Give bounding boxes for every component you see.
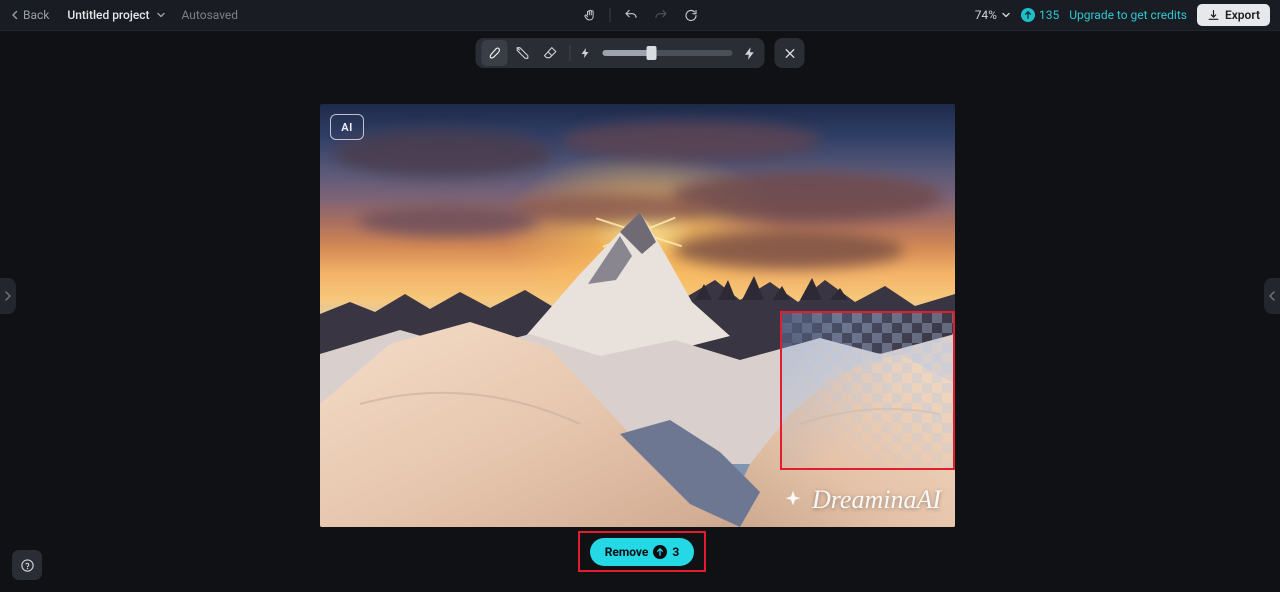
selection-box[interactable] bbox=[780, 311, 955, 470]
hand-tool[interactable] bbox=[580, 5, 600, 25]
ai-badge: AI bbox=[330, 114, 364, 140]
chevron-left-icon bbox=[10, 10, 20, 20]
eraser-tool-button[interactable] bbox=[538, 40, 564, 66]
autosaved-status: Autosaved bbox=[182, 8, 239, 22]
transparency-checker bbox=[782, 313, 953, 468]
project-title-dropdown[interactable]: Untitled project bbox=[67, 8, 165, 22]
chevron-down-icon bbox=[156, 10, 166, 20]
back-button[interactable]: Back bbox=[10, 8, 49, 22]
watermark: DreaminaAI bbox=[782, 485, 941, 515]
tool-group bbox=[476, 38, 765, 68]
top-center-tools bbox=[580, 0, 701, 30]
refresh-button[interactable] bbox=[681, 5, 701, 25]
upgrade-link[interactable]: Upgrade to get credits bbox=[1069, 8, 1187, 22]
remove-button[interactable]: Remove 3 bbox=[590, 538, 695, 566]
project-name: Untitled project bbox=[67, 8, 149, 22]
close-icon bbox=[783, 47, 796, 60]
zoom-value: 74% bbox=[975, 8, 997, 22]
top-right-tools: 74% 135 Upgrade to get credits Export bbox=[975, 4, 1270, 26]
back-label: Back bbox=[23, 8, 49, 22]
brush-size-slider[interactable] bbox=[577, 44, 759, 62]
lasso-tool-button[interactable] bbox=[510, 40, 536, 66]
zoom-dropdown[interactable]: 74% bbox=[975, 8, 1011, 22]
redo-button[interactable] bbox=[651, 5, 671, 25]
watermark-text: DreaminaAI bbox=[812, 485, 941, 515]
credit-coin-icon bbox=[1021, 8, 1035, 22]
chevron-right-icon bbox=[4, 291, 12, 301]
right-panel-handle[interactable] bbox=[1264, 278, 1280, 314]
slider-thumb[interactable] bbox=[647, 46, 657, 60]
sparkle-icon bbox=[782, 489, 804, 511]
remove-label: Remove bbox=[605, 545, 649, 559]
top-bar: Back Untitled project Autosaved 74% 135 bbox=[0, 0, 1280, 31]
undo-button[interactable] bbox=[621, 5, 641, 25]
left-panel-handle[interactable] bbox=[0, 278, 16, 314]
brush-toolbar bbox=[476, 38, 805, 68]
chevron-down-icon bbox=[1001, 10, 1011, 20]
export-label: Export bbox=[1225, 8, 1260, 22]
canvas-container: AI DreaminaAI bbox=[320, 104, 955, 527]
canvas-image[interactable]: AI DreaminaAI bbox=[320, 104, 955, 527]
credits-display[interactable]: 135 bbox=[1021, 8, 1059, 22]
separator bbox=[570, 45, 571, 61]
separator bbox=[610, 8, 611, 22]
brush-size-small-icon bbox=[577, 44, 595, 62]
help-button[interactable] bbox=[12, 550, 42, 580]
brush-size-large-icon bbox=[741, 44, 759, 62]
brush-tool-button[interactable] bbox=[482, 40, 508, 66]
chevron-left-icon bbox=[1268, 291, 1276, 301]
export-button[interactable]: Export bbox=[1197, 4, 1270, 26]
help-icon bbox=[20, 558, 35, 573]
close-toolbar-button[interactable] bbox=[775, 38, 805, 68]
slider-fill bbox=[603, 50, 652, 56]
remove-cost: 3 bbox=[672, 545, 679, 559]
download-icon bbox=[1207, 9, 1220, 22]
credit-coin-icon bbox=[653, 545, 667, 559]
remove-button-highlight: Remove 3 bbox=[578, 531, 706, 572]
slider-track[interactable] bbox=[603, 50, 733, 56]
credits-count: 135 bbox=[1039, 8, 1059, 22]
